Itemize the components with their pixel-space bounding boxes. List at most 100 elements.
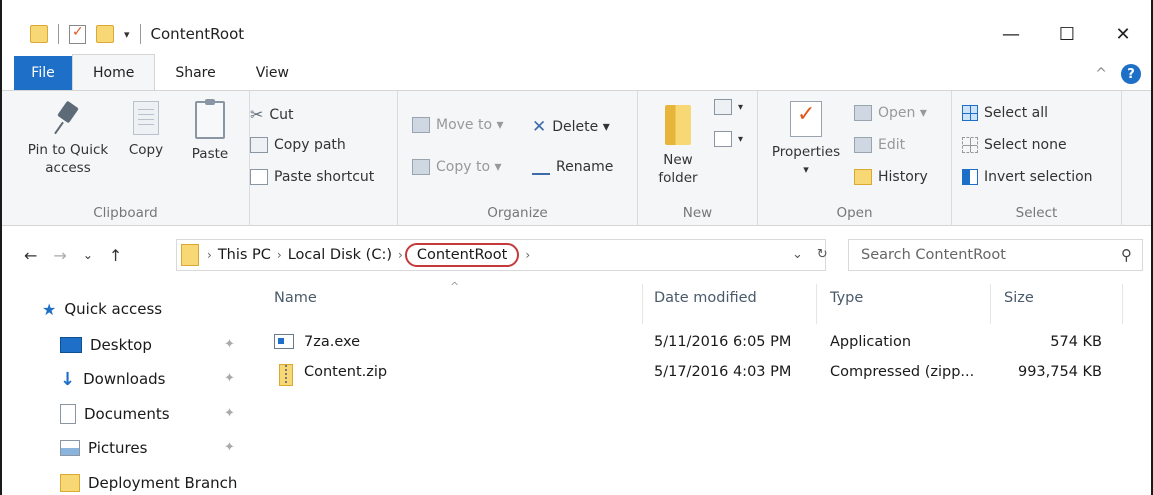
back-arrow-icon[interactable]: ← [24, 246, 37, 265]
table-row[interactable]: 7za.exe 5/11/2016 6:05 PM Application 57… [252, 330, 1151, 356]
nav-deployment-branch[interactable]: Deployment Branch [60, 470, 237, 495]
copy-path-button[interactable]: Copy path [250, 137, 346, 153]
navigation-pane: ★ Quick access Desktop ✦ ↓ Downloads ✦ D… [2, 284, 252, 495]
refresh-icon[interactable]: ↻ [817, 247, 828, 262]
nav-documents[interactable]: Documents [60, 401, 170, 427]
folder-icon [181, 244, 199, 266]
breadcrumb-local-disk[interactable]: Local Disk (C:) [288, 247, 392, 263]
properties-icon [790, 101, 822, 137]
chevron-right-icon[interactable]: › [398, 248, 403, 262]
download-arrow-icon: ↓ [60, 368, 76, 390]
invert-selection-icon [962, 169, 978, 185]
column-header-date[interactable]: Date modified [654, 290, 757, 306]
collapse-ribbon-icon[interactable]: ^ [1095, 66, 1107, 82]
column-header-type[interactable]: Type [830, 290, 863, 306]
move-to-button[interactable]: Move to ▾ [412, 117, 504, 133]
history-icon [854, 169, 872, 185]
clipboard-group: Pin to Quick access Copy Paste Clipboard [2, 91, 250, 227]
cut-button[interactable]: Cut [250, 105, 293, 124]
new-folder-icon [665, 105, 691, 145]
edit-button[interactable]: Edit [854, 137, 905, 153]
pin-icon[interactable]: ✦ [224, 440, 235, 455]
pin-icon[interactable]: ✦ [224, 371, 235, 386]
copy-icon [133, 101, 159, 135]
pin-icon[interactable]: ✦ [224, 337, 235, 352]
column-divider[interactable] [1122, 284, 1123, 324]
breadcrumb-contentroot[interactable]: ContentRoot [404, 243, 520, 267]
forward-arrow-icon[interactable]: → [53, 246, 66, 265]
file-type: Application [830, 334, 912, 350]
customize-toolbar-dropdown[interactable]: ▾ [124, 28, 130, 41]
pin-icon [55, 101, 81, 135]
nav-desktop[interactable]: Desktop [60, 332, 152, 358]
chevron-right-icon[interactable]: › [207, 248, 212, 262]
pin-to-quick-access-button[interactable]: Pin to Quick access [20, 101, 116, 177]
new-item-button[interactable]: ▾ [714, 99, 743, 115]
paste-button[interactable]: Paste [188, 99, 232, 163]
paste-shortcut-button[interactable]: Paste shortcut [250, 169, 374, 185]
copy-button[interactable]: Copy [126, 101, 166, 159]
rename-icon [532, 159, 550, 175]
invert-selection-button[interactable]: Invert selection [962, 169, 1093, 185]
search-input[interactable]: Search ContentRoot ⚲ [848, 239, 1143, 271]
table-row[interactable]: Content.zip 5/17/2016 4:03 PM Compressed… [252, 360, 1151, 386]
maximize-button[interactable]: ☐ [1039, 12, 1095, 56]
delete-button[interactable]: ✕ Delete ▾ [532, 117, 610, 137]
rename-button[interactable]: Rename [532, 159, 613, 175]
delete-x-icon: ✕ [532, 117, 547, 137]
address-bar-row: ← → ⌄ ↑ › This PC › Local Disk (C:) › Co… [2, 226, 1151, 284]
search-icon[interactable]: ⚲ [1121, 246, 1132, 264]
nav-label: Quick access [64, 300, 163, 318]
up-arrow-icon[interactable]: ↑ [109, 246, 122, 265]
history-button[interactable]: History [854, 169, 928, 185]
new-folder-button[interactable]: New folder [656, 101, 700, 187]
close-button[interactable]: ✕ [1095, 12, 1151, 56]
desktop-icon [60, 337, 82, 353]
select-all-button[interactable]: Select all [962, 105, 1048, 121]
easy-access-button[interactable]: ▾ [714, 131, 743, 147]
properties-quick-icon[interactable] [69, 24, 86, 44]
invert-selection-label: Invert selection [984, 169, 1093, 185]
help-icon[interactable]: ? [1121, 64, 1141, 84]
tab-share[interactable]: Share [155, 56, 235, 90]
open-button[interactable]: Open ▾ [854, 105, 927, 121]
nav-pictures[interactable]: Pictures [60, 435, 147, 461]
select-none-button[interactable]: Select none [962, 137, 1067, 153]
nav-quick-access[interactable]: ★ Quick access [42, 296, 162, 322]
zip-folder-icon [279, 364, 293, 386]
edit-label: Edit [878, 137, 906, 153]
column-divider[interactable] [816, 284, 817, 324]
column-divider[interactable] [642, 284, 643, 324]
column-header-size[interactable]: Size [1004, 290, 1034, 306]
copy-path-label: Copy path [274, 137, 346, 153]
properties-button[interactable]: Properties ▾ [766, 101, 846, 179]
folder-icon[interactable] [30, 25, 48, 43]
nav-downloads[interactable]: ↓ Downloads [60, 366, 165, 392]
paste-shortcut-label: Paste shortcut [274, 169, 375, 185]
select-all-icon [962, 105, 978, 121]
clipboard-icon [195, 99, 225, 139]
breadcrumb[interactable]: › This PC › Local Disk (C:) › ContentRoo… [176, 239, 826, 271]
ribbon: Pin to Quick access Copy Paste Clipboard… [2, 90, 1151, 227]
recent-locations-chevron-icon[interactable]: ⌄ [83, 248, 93, 262]
chevron-right-icon[interactable]: › [277, 248, 282, 262]
organize-group: Move to ▾ Copy to ▾ ✕ Delete ▾ Rename Or… [398, 91, 638, 227]
chevron-right-icon[interactable]: › [525, 248, 530, 262]
pin-icon[interactable]: ✦ [224, 406, 235, 421]
new-item-icon [714, 99, 732, 115]
column-divider[interactable] [990, 284, 991, 324]
explorer-window: ▾ ContentRoot — ☐ ✕ File Home Share View… [0, 0, 1153, 495]
new-folder-quick-icon[interactable] [96, 25, 114, 43]
tab-view[interactable]: View [236, 56, 309, 90]
breadcrumb-this-pc[interactable]: This PC [218, 247, 271, 263]
column-header-name[interactable]: Name [274, 290, 317, 306]
address-dropdown-icon[interactable]: ⌄ [792, 247, 803, 262]
title-bar: ▾ ContentRoot — ☐ ✕ [2, 12, 1151, 56]
history-label: History [878, 169, 928, 185]
tab-file[interactable]: File [14, 56, 72, 90]
minimize-button[interactable]: — [983, 12, 1039, 56]
scissors-icon [250, 105, 263, 124]
select-none-icon [962, 137, 978, 153]
copy-to-button[interactable]: Copy to ▾ [412, 159, 502, 175]
tab-home[interactable]: Home [72, 54, 156, 90]
